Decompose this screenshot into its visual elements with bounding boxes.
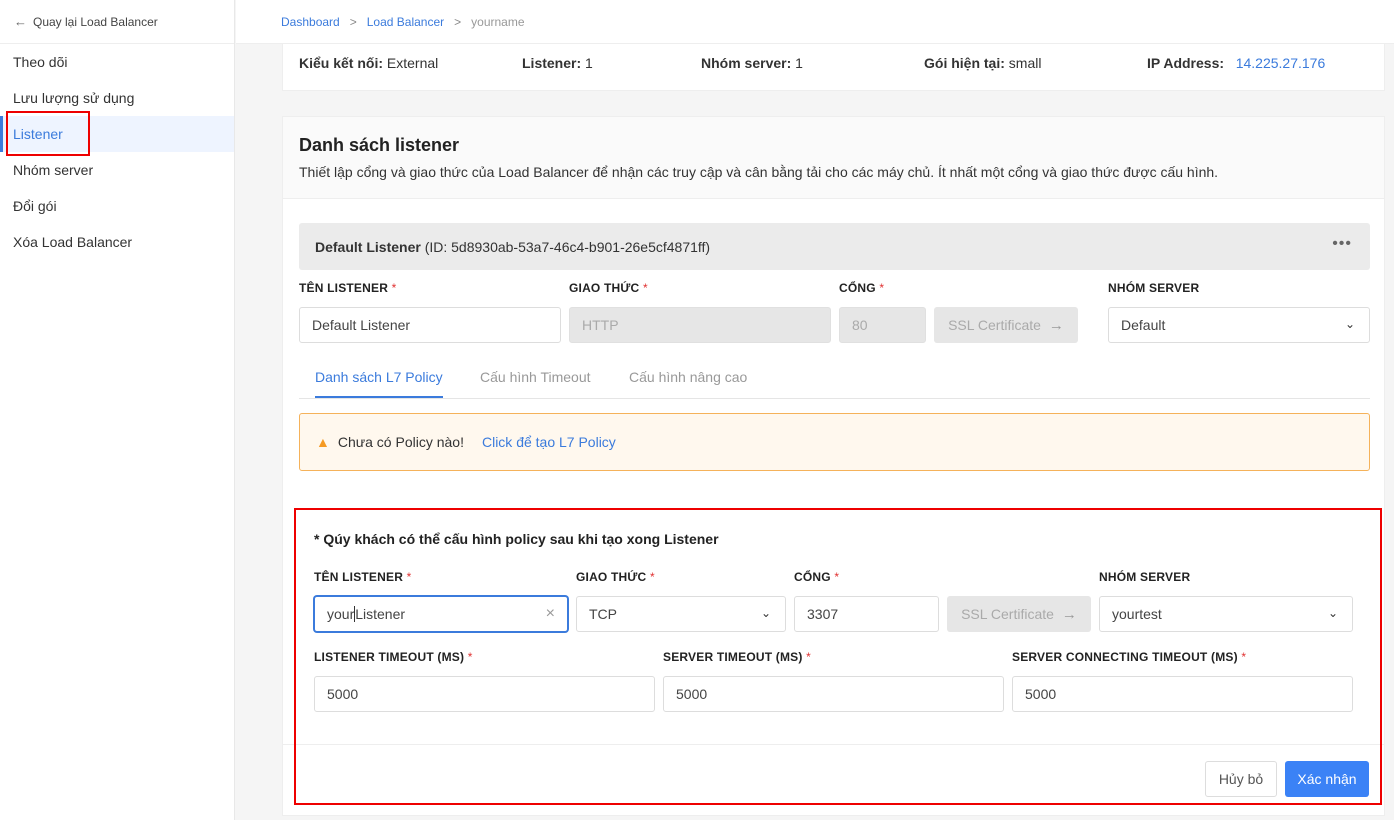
chevron-down-icon: ⌄ [760,606,771,620]
default-ssl-certificate-button: SSL Certificate → [934,307,1078,343]
highlight-box-listener [6,111,90,156]
default-listener-name: Default Listener [315,238,421,255]
breadcrumb: Dashboard > Load Balancer > yourname [236,0,1394,44]
new-port-input[interactable]: 3307 [794,596,939,632]
chevron-down-icon: ⌄ [1327,606,1338,620]
cancel-button[interactable]: Hủy bỏ [1205,761,1277,797]
policy-note: * Qúy khách có thể cấu hình policy sau k… [314,531,719,547]
label-server-timeout: SERVER TIMEOUT (MS) * [663,650,812,664]
sidebar-item-monitoring[interactable]: Theo dõi [0,44,234,80]
lb-info-bar: Kiểu kết nối: External Listener: 1 Nhóm … [282,44,1385,91]
warning-icon: ▲ [316,434,330,450]
sidebar-item-label: Đổi gói [13,198,57,214]
page-title: Danh sách listener [299,135,460,155]
arrow-left-icon: ← [14,14,27,29]
confirm-button[interactable]: Xác nhận [1285,761,1369,797]
label-new-server-group: NHÓM SERVER [1099,570,1191,584]
listener-panel-header: Danh sách listener Thiết lập cổng và gia… [283,117,1384,199]
sidebar-item-label: Lưu lượng sử dụng [13,90,135,106]
new-ssl-certificate-button: SSL Certificate → [947,596,1091,632]
info-server-group-count: Nhóm server: 1 [701,55,803,71]
no-policy-alert: ▲ Chưa có Policy nào! Click để tạo L7 Po… [299,413,1370,471]
arrow-right-icon: → [1048,316,1064,334]
server-timeout-input[interactable]: 5000 [663,676,1004,712]
tab-advanced[interactable]: Cấu hình nâng cao [629,369,747,385]
default-server-group-select[interactable]: Default ⌄ [1108,307,1370,343]
breadcrumb-dashboard[interactable]: Dashboard [281,15,340,29]
info-current-plan: Gói hiện tại: small [924,55,1042,71]
page-description: Thiết lập cổng và giao thức của Load Bal… [299,164,1219,180]
create-l7-policy-link[interactable]: Click để tạo L7 Policy [482,434,616,450]
tab-l7-policy[interactable]: Danh sách L7 Policy [315,369,443,398]
label-new-protocol: GIAO THỨC * [576,570,655,584]
default-port-field: 80 [839,307,926,343]
new-protocol-select[interactable]: TCP ⌄ [576,596,786,632]
more-options-icon[interactable]: ••• [1332,235,1352,253]
no-policy-text: Chưa có Policy nào! [337,434,464,450]
server-connecting-timeout-input[interactable]: 5000 [1012,676,1353,712]
label-listener-name: TÊN LISTENER * [299,281,397,295]
breadcrumb-load-balancer[interactable]: Load Balancer [367,15,444,29]
info-listener-count: Listener: 1 [522,55,593,71]
sidebar-item-label: Nhóm server [13,162,94,178]
breadcrumb-separator: > [349,14,357,29]
default-listener-name-input[interactable]: Default Listener [299,307,561,343]
sidebar-item-server-group[interactable]: Nhóm server [0,152,234,188]
listener-tabs: Danh sách L7 Policy Cấu hình Timeout Cấu… [299,363,1370,399]
new-server-group-select[interactable]: yourtest ⌄ [1099,596,1353,632]
label-listener-timeout: LISTENER TIMEOUT (MS) * [314,650,473,664]
label-server-group: NHÓM SERVER [1108,281,1200,295]
label-server-connecting-timeout: SERVER CONNECTING TIMEOUT (MS) * [1012,650,1247,664]
back-to-load-balancer-link[interactable]: ← Quay lại Load Balancer [0,0,234,44]
label-protocol: GIAO THỨC * [569,281,648,295]
info-connection-type: Kiểu kết nối: External [299,55,439,71]
arrow-right-icon: → [1061,605,1077,623]
label-port: CỔNG * [839,281,885,295]
new-listener-name-input[interactable]: your Listener × [314,596,568,632]
sidebar-item-label: Xóa Load Balancer [13,234,133,250]
sidebar-item-delete-lb[interactable]: Xóa Load Balancer [0,224,234,260]
default-protocol-field: HTTP [569,307,831,343]
default-listener-id: (ID: 5d8930ab-53a7-46c4-b901-26e5cf4871f… [424,238,711,255]
label-new-listener-name: TÊN LISTENER * [314,570,412,584]
clear-icon[interactable]: × [546,605,555,623]
sidebar-item-label: Theo dõi [13,54,68,70]
info-ip-address: IP Address: 14.225.27.176 [1147,55,1326,71]
back-label: Quay lại Load Balancer [33,14,158,29]
default-listener-header: Default Listener (ID: 5d8930ab-53a7-46c4… [299,223,1370,270]
chevron-down-icon: ⌄ [1344,317,1355,331]
tab-timeout[interactable]: Cấu hình Timeout [480,369,591,385]
breadcrumb-current: yourname [471,14,525,29]
breadcrumb-separator: > [454,14,462,29]
sidebar-item-change-plan[interactable]: Đổi gói [0,188,234,224]
listener-timeout-input[interactable]: 5000 [314,676,655,712]
label-new-port: CỔNG * [794,570,840,584]
